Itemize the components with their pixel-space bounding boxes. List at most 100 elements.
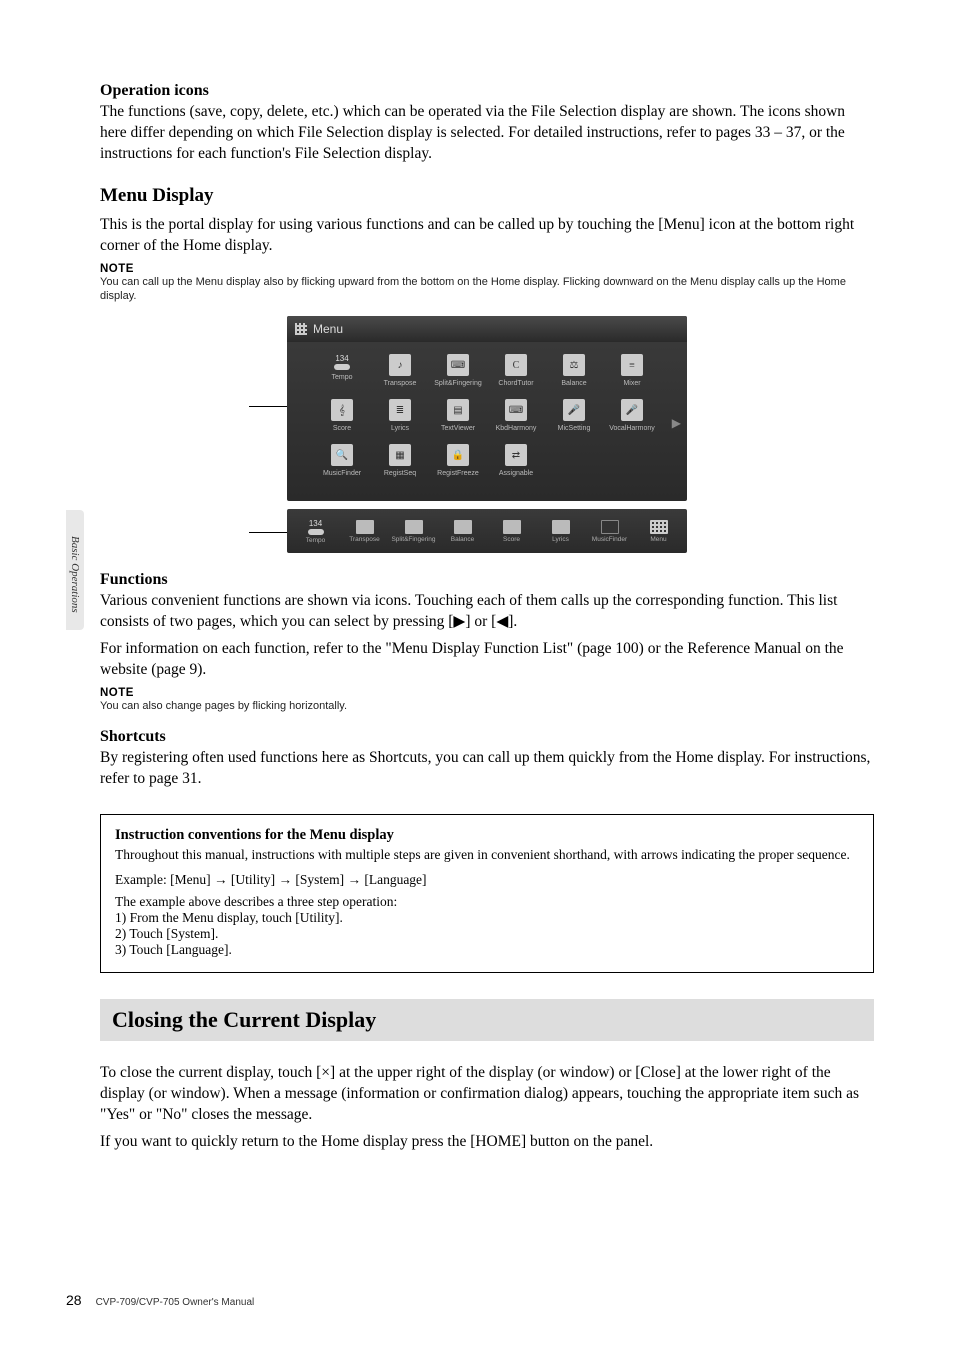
- menu-item-label: KbdHarmony: [496, 425, 537, 432]
- menu-item-label: TextViewer: [441, 425, 475, 432]
- menu-display-heading: Menu Display: [100, 185, 874, 207]
- instruction-box: Instruction conventions for the Menu dis…: [100, 814, 874, 973]
- right-arrow-icon: ▶: [453, 612, 465, 633]
- closing-heading: Closing the Current Display: [100, 999, 874, 1041]
- shortcut-label: Transpose: [349, 536, 379, 543]
- menu-screenshot-title: Menu: [313, 322, 343, 336]
- menu-grid-icon: [295, 323, 307, 335]
- closing-para-1: To close the current display, touch [×] …: [100, 1063, 874, 1126]
- menu-item-mixer: ≡Mixer: [605, 354, 659, 387]
- shortcut-tempo-value: 134: [309, 519, 322, 528]
- leader-line-functions: [249, 406, 287, 407]
- shortcut-balance: Balance: [438, 520, 487, 543]
- menu-item-label: Transpose: [384, 380, 417, 387]
- functions-text-1: Various convenient functions are shown v…: [100, 591, 874, 633]
- menu-item-lyrics: ≣ Lyrics: [373, 399, 427, 432]
- menu-screenshot: Menu 134 Tempo ♪ Transpose ⌨Split&Fingeri…: [287, 316, 687, 501]
- score-icon: 𝄞: [331, 399, 353, 421]
- operation-icons-heading: Operation icons: [100, 82, 874, 100]
- menu-item-tempo: 134 Tempo: [315, 354, 369, 387]
- note-text-2: You can also change pages by flicking ho…: [100, 699, 874, 714]
- menu-item-label: Lyrics: [391, 425, 409, 432]
- menu-row-3: 🔍 MusicFinder ▦ RegistSeq 🔒RegistFreeze ⇄ A…: [287, 440, 687, 485]
- shortcut-label: Tempo: [306, 537, 326, 544]
- menu-item-label: ChordTutor: [498, 380, 533, 387]
- musicfinder-icon: 🔍: [331, 444, 353, 466]
- menu-item-registfreeze: 🔒RegistFreeze: [431, 444, 485, 477]
- shortcut-split-icon: [405, 520, 423, 534]
- page-number: 28: [66, 1292, 82, 1308]
- assignable-icon: ⇄: [505, 444, 527, 466]
- menu-item-balance: ⚖Balance: [547, 354, 601, 387]
- operation-icons-text: The functions (save, copy, delete, etc.)…: [100, 102, 874, 165]
- shortcuts-heading: Shortcuts: [100, 728, 874, 746]
- note-text-1: You can call up the Menu display also by…: [100, 275, 874, 305]
- menu-item-label: Score: [333, 425, 351, 432]
- note-label-1: NOTE: [100, 263, 874, 275]
- functions-text-mid: ] or [: [465, 613, 496, 630]
- sidebar-tab: Basic Operations: [66, 510, 84, 630]
- leader-line-shortcuts: [249, 532, 287, 533]
- functions-text-2: For information on each function, refer …: [100, 639, 874, 681]
- instruction-step-2: 2) Touch [System].: [115, 926, 859, 942]
- shortcut-tempo: 134 Tempo: [291, 519, 340, 544]
- shortcut-transpose-icon: [356, 520, 374, 534]
- balance-icon: ⚖: [563, 354, 585, 376]
- menu-item-label: MicSetting: [558, 425, 591, 432]
- instruction-step-3: 3) Touch [Language].: [115, 942, 859, 958]
- instruction-para: Throughout this manual, instructions wit…: [115, 846, 859, 864]
- menu-screenshot-block: Menu 134 Tempo ♪ Transpose ⌨Split&Fingeri…: [287, 316, 687, 553]
- chord-icon: C: [505, 354, 527, 376]
- instruction-desc: The example above describes a three step…: [115, 894, 859, 910]
- note-label-2: NOTE: [100, 687, 874, 699]
- instruction-title: Instruction conventions for the Menu dis…: [115, 827, 859, 844]
- manual-title: CVP-709/CVP-705 Owner's Manual: [96, 1297, 255, 1308]
- lyrics-icon: ≣: [389, 399, 411, 421]
- functions-text-end: ].: [508, 613, 517, 630]
- menu-item-transpose: ♪ Transpose: [373, 354, 427, 387]
- menu-item-label: Assignable: [499, 470, 533, 477]
- shortcut-menu-icon: [650, 520, 668, 534]
- closing-para-2: If you want to quickly return to the Hom…: [100, 1132, 874, 1153]
- sidebar-label: Basic Operations: [69, 536, 81, 613]
- transpose-icon: ♪: [389, 354, 411, 376]
- menu-display-intro: This is the portal display for using var…: [100, 215, 874, 257]
- shortcut-musicfinder: MusicFinder: [585, 520, 634, 543]
- next-page-arrow-icon: ▶: [672, 416, 681, 431]
- menu-item-vocal: 🎤VocalHarmony: [605, 399, 659, 432]
- shortcuts-text: By registering often used functions here…: [100, 748, 874, 790]
- menu-item-chord: C ChordTutor: [489, 354, 543, 387]
- shortcut-label: Lyrics: [552, 536, 569, 543]
- page-content: Operation icons The functions (save, cop…: [0, 0, 954, 1199]
- menu-item-textviewer: ▤ TextViewer: [431, 399, 485, 432]
- shortcut-balance-icon: [454, 520, 472, 534]
- mic-icon: 🎤: [563, 399, 585, 421]
- tempo-value: 134: [335, 354, 348, 363]
- page-footer: 28 CVP-709/CVP-705 Owner's Manual: [66, 1292, 254, 1308]
- left-arrow-icon: ◀: [496, 612, 508, 633]
- menu-item-label: MusicFinder: [323, 470, 361, 477]
- mixer-icon: ≡: [621, 354, 643, 376]
- menu-item-kbd: ⌨KbdHarmony: [489, 399, 543, 432]
- shortcut-bar: 134 Tempo Transpose Split&Fingering Bala…: [287, 509, 687, 553]
- shortcut-musicfinder-icon: [601, 520, 619, 534]
- menu-item-mic: 🎤 MicSetting: [547, 399, 601, 432]
- tempo-icon: 134: [334, 354, 350, 370]
- menu-item-label: Split&Fingering: [434, 380, 481, 387]
- shortcut-lyrics-icon: [552, 520, 570, 534]
- registseq-icon: ▦: [389, 444, 411, 466]
- text-icon: ▤: [447, 399, 469, 421]
- menu-row-1: 134 Tempo ♪ Transpose ⌨Split&Fingering CC…: [287, 342, 687, 395]
- menu-item-split: ⌨Split&Fingering: [431, 354, 485, 387]
- functions-heading: Functions: [100, 571, 874, 589]
- shortcut-score-icon: [503, 520, 521, 534]
- menu-item-registseq: ▦ RegistSeq: [373, 444, 427, 477]
- menu-item-assignable: ⇄ Assignable: [489, 444, 543, 477]
- shortcut-transpose: Transpose: [340, 520, 389, 543]
- menu-item-label: RegistSeq: [384, 470, 416, 477]
- instruction-example: Example: [Menu] → [Utility] → [System] →…: [115, 872, 859, 888]
- menu-item-label: Tempo: [331, 374, 352, 381]
- shortcut-label: Score: [503, 536, 520, 543]
- menu-row-2: 𝄞 Score ≣ Lyrics ▤ TextViewer ⌨KbdHarmony 🎤…: [287, 395, 687, 440]
- shortcut-label: Split&Fingering: [391, 536, 435, 543]
